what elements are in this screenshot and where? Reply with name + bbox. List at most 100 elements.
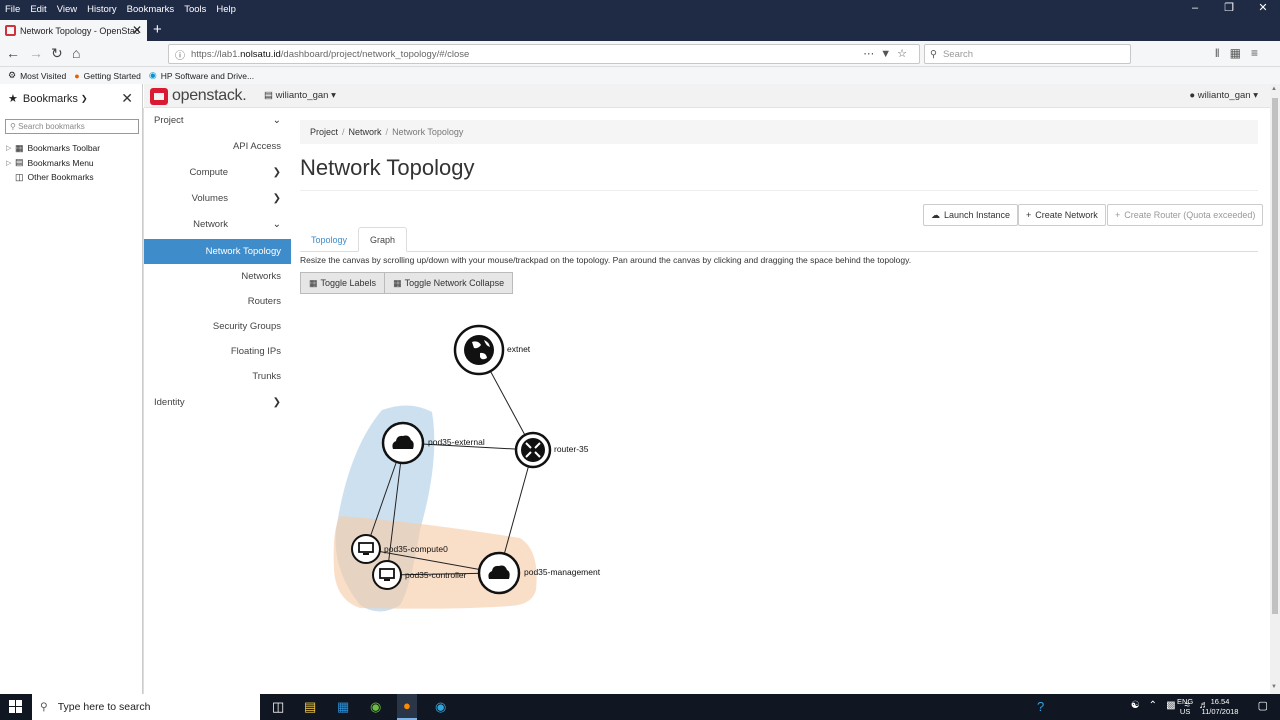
pod-management-node[interactable]: pod35-management	[477, 551, 601, 595]
app-icon[interactable]: ◉	[370, 699, 381, 715]
toggle-network-collapse-button[interactable]: ▦ Toggle Network Collapse	[385, 272, 514, 294]
taskbar-search-box[interactable]: ⚲ Type here to search	[32, 694, 260, 720]
bookmarks-toolbar-folder[interactable]: ▷ ▦ Bookmarks Toolbar	[6, 141, 100, 156]
help-icon[interactable]: ?	[1037, 699, 1044, 714]
nav-volumes[interactable]: Volumes ❯	[144, 186, 291, 211]
breadcrumb-current: Network Topology	[392, 127, 464, 137]
bookmarks-sidebar-title: Bookmarks	[22, 92, 78, 105]
nav-identity[interactable]: Identity ❯	[144, 390, 291, 415]
search-bar[interactable]: ⚲ Search	[924, 44, 1131, 64]
forward-icon[interactable]: →	[29, 45, 43, 61]
task-view-icon[interactable]: ◫	[272, 699, 284, 715]
menu-bookmarks[interactable]: Bookmarks	[122, 4, 180, 15]
openstack-header: openstack. ▤ wilianto_gan ▾ ● wilianto_g…	[144, 84, 1270, 108]
library-sidebar-menu-icons[interactable]: ‖▦≡	[1215, 46, 1268, 60]
store-icon[interactable]: ▦	[337, 699, 349, 715]
scrollbar-thumb[interactable]	[1272, 98, 1278, 614]
gear-icon: ⚙	[8, 70, 17, 80]
bookmark-hp-software[interactable]: ◉ HP Software and Drive...	[149, 70, 254, 81]
openstack-logo[interactable]: openstack.	[150, 87, 247, 105]
topology-graph[interactable]: extnet router-35 pod35-external pod35-ma…	[300, 300, 800, 630]
minimize-icon[interactable]: –	[1178, 0, 1212, 19]
bookmarks-sidebar-header[interactable]: ★ Bookmarks ❯	[8, 92, 88, 106]
nav-project[interactable]: Project ⌄	[144, 108, 291, 133]
create-network-button[interactable]: + Create Network	[1018, 204, 1106, 226]
home-icon[interactable]: ⌂	[72, 45, 80, 61]
notification-icon[interactable]: ▢	[1258, 699, 1268, 712]
extnet-label: extnet	[507, 344, 531, 354]
menu-history[interactable]: History	[82, 4, 122, 15]
scroll-up-icon[interactable]: ▲	[1271, 86, 1277, 92]
restore-icon[interactable]: ❐	[1212, 0, 1246, 19]
close-sidebar-icon[interactable]: ✕	[121, 90, 133, 107]
back-icon[interactable]: ←	[6, 45, 20, 61]
other-bookmarks-folder[interactable]: ◫ Other Bookmarks	[6, 170, 100, 185]
browser-taskbar-icon[interactable]: ◉	[435, 699, 446, 715]
nav-floating-ips[interactable]: Floating IPs	[144, 339, 291, 364]
topology-tabs: Topology Graph	[300, 227, 1258, 252]
bookmarks-sidebar: ★ Bookmarks ❯ ✕ ⚲ Search bookmarks ▷ ▦ Boo…	[0, 84, 143, 694]
toolbar-folder-icon: ▦	[15, 142, 24, 153]
menu-help[interactable]: Help	[211, 4, 241, 15]
star-icon: ★	[8, 93, 18, 105]
windows-start-icon[interactable]	[9, 700, 23, 714]
nav-compute[interactable]: Compute ❯	[144, 160, 291, 185]
toggle-labels-button[interactable]: ▦ Toggle Labels	[300, 272, 386, 294]
windows-taskbar: ⚲ Type here to search ◫ ▤ ▦ ◉ ● ◉ ? ☯⌃▩≈…	[0, 694, 1280, 720]
firefox-icon: ●	[74, 70, 80, 81]
file-explorer-icon[interactable]: ▤	[304, 699, 316, 715]
navigation-bar: ← → ↻ ⌂ ⓘ https://lab1.nolsatu.id/dashbo…	[0, 41, 1280, 67]
page-title: Network Topology	[300, 155, 475, 180]
window-controls: – ❐ ✕	[1178, 0, 1280, 19]
nav-api-access[interactable]: API Access	[144, 134, 291, 159]
router-node[interactable]: router-35	[514, 431, 589, 469]
tab-graph[interactable]: Graph	[358, 227, 408, 252]
th-large-icon: ▦	[309, 277, 318, 288]
extnet-node[interactable]: extnet	[453, 324, 531, 376]
scroll-down-icon[interactable]: ▼	[1271, 684, 1277, 690]
nav-network-topology[interactable]: Network Topology	[144, 239, 291, 264]
compute0-label: pod35-compute0	[384, 544, 448, 554]
reload-icon[interactable]: ↻	[51, 45, 63, 62]
nav-networks[interactable]: Networks	[144, 264, 291, 289]
menu-file[interactable]: File	[0, 4, 25, 15]
hp-icon: ◉	[148, 70, 157, 80]
close-window-icon[interactable]: ✕	[1246, 0, 1280, 19]
user-menu[interactable]: ● wilianto_gan ▾	[1189, 90, 1258, 101]
bookmarks-search-input[interactable]: ⚲ Search bookmarks	[5, 119, 139, 134]
menu-folder-icon: ▤	[15, 157, 24, 168]
bookmark-most-visited[interactable]: ⚙ Most Visited	[8, 70, 66, 81]
bookmarks-menu-folder[interactable]: ▷ ▤ Bookmarks Menu	[6, 156, 100, 171]
cloud-upload-icon: ☁	[931, 209, 940, 220]
menu-view[interactable]: View	[52, 4, 82, 15]
url-bar[interactable]: ⓘ https://lab1.nolsatu.id/dashboard/proj…	[168, 44, 920, 64]
vertical-scrollbar[interactable]: ▲ ▼	[1270, 84, 1280, 694]
system-clock[interactable]: 16.54 11/07/2018	[1200, 697, 1240, 717]
create-router-button[interactable]: + Create Router (Quota exceeded)	[1107, 204, 1264, 226]
tab-topology[interactable]: Topology	[300, 227, 358, 252]
browser-tab[interactable]: Network Topology - OpenStac ✕	[0, 20, 147, 41]
search-placeholder: Search	[942, 48, 974, 60]
project-selector[interactable]: ▤ wilianto_gan ▾	[264, 90, 336, 101]
close-tab-icon[interactable]: ✕	[132, 23, 142, 37]
breadcrumb-network[interactable]: Network	[349, 127, 382, 137]
page-actions-icon[interactable]: ⋯▼☆	[863, 47, 913, 60]
chevron-right-icon: ❯	[272, 167, 281, 178]
nav-network[interactable]: Network ⌄	[144, 212, 291, 237]
breadcrumb-project[interactable]: Project	[310, 127, 338, 137]
openstack-sidebar: Project ⌄ API Access Compute ❯ Volumes ❯ Ne…	[144, 108, 291, 694]
nav-routers[interactable]: Routers	[144, 289, 291, 314]
bookmark-getting-started[interactable]: ● Getting Started	[74, 71, 141, 81]
firefox-taskbar-icon[interactable]: ●	[397, 694, 417, 720]
nav-trunks[interactable]: Trunks	[144, 364, 291, 389]
new-tab-icon[interactable]: +	[153, 21, 162, 38]
input-language[interactable]: ENG US	[1177, 697, 1193, 717]
menu-edit[interactable]: Edit	[25, 4, 51, 15]
menu-tools[interactable]: Tools	[179, 4, 211, 15]
th-icon: ▦	[393, 277, 402, 288]
lock-icon: ⓘ	[175, 50, 185, 62]
toggle-button-group: ▦ Toggle Labels ▦ Toggle Network Collapse	[300, 272, 514, 294]
nav-security-groups[interactable]: Security Groups	[144, 314, 291, 339]
search-icon: ⚲	[930, 48, 937, 60]
launch-instance-button[interactable]: ☁ Launch Instance	[923, 204, 1019, 226]
